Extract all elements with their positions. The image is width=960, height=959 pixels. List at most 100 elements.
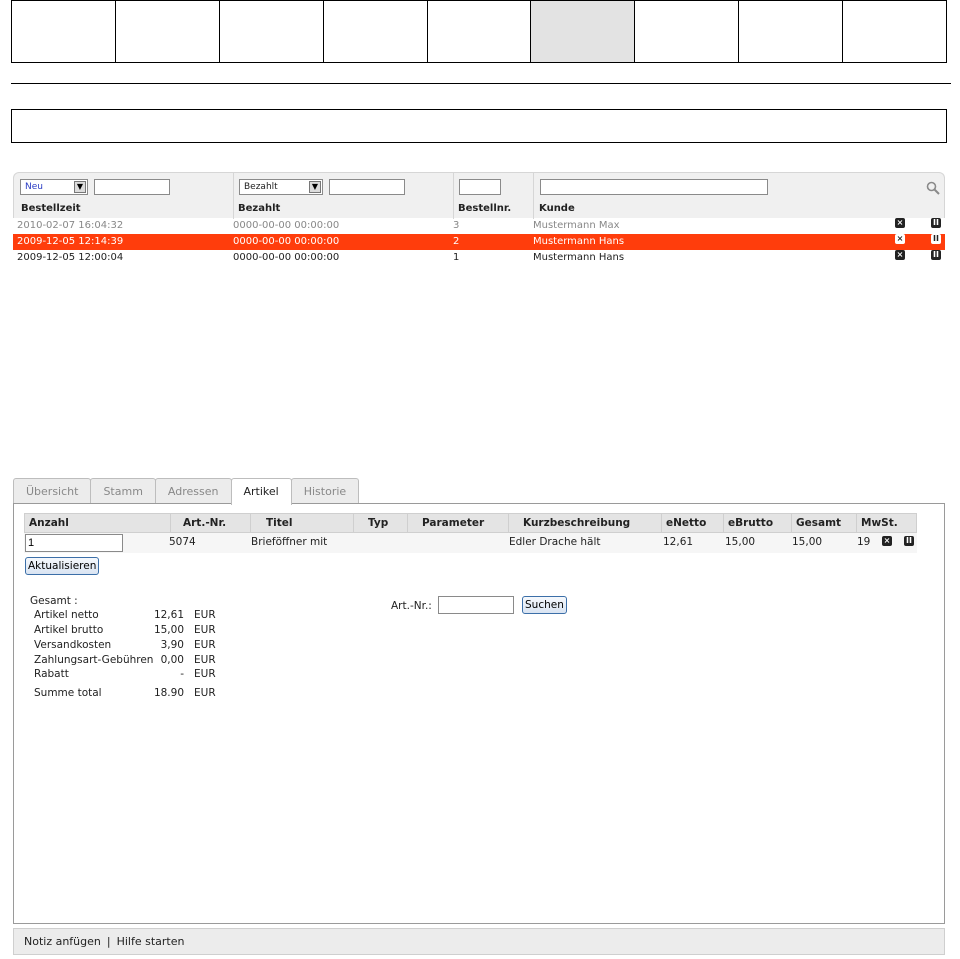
- close-icon[interactable]: ×: [882, 536, 892, 546]
- col-qty[interactable]: Anzahl: [29, 517, 69, 529]
- article-vat: 19: [857, 536, 871, 548]
- header-time[interactable]: Bestellzeit: [21, 203, 81, 214]
- nav-cell[interactable]: [428, 1, 532, 62]
- status-filter-input[interactable]: [94, 179, 170, 195]
- articles-panel: Anzahl Art.-Nr. Titel Typ Parameter Kurz…: [13, 503, 945, 924]
- pause-icon[interactable]: II: [931, 250, 941, 260]
- col-total[interactable]: Gesamt: [796, 517, 841, 529]
- order-paid: 0000-00-00 00:00:00: [233, 252, 340, 263]
- totals-currency: EUR: [194, 624, 216, 636]
- orders-filter-bar: Neu ▼ Bestellzeit Bezahlt ▼ Bezahlt Best…: [13, 172, 946, 219]
- totals-label: Summe total: [34, 687, 102, 699]
- chevron-down-icon: ▼: [74, 181, 86, 193]
- table-row[interactable]: 2009-12-05 12:00:04 0000-00-00 00:00:00 …: [13, 250, 945, 266]
- order-time: 2009-12-05 12:14:39: [17, 236, 124, 247]
- status-select-value: Neu: [25, 182, 43, 192]
- filter-col-customer: Kunde: [534, 173, 946, 219]
- totals-value: -: [180, 668, 184, 680]
- order-no-filter-input[interactable]: [459, 179, 501, 195]
- column-separator: [791, 514, 792, 532]
- col-artno[interactable]: Art.-Nr.: [183, 517, 226, 529]
- paid-select[interactable]: Bezahlt ▼: [239, 179, 323, 195]
- close-icon[interactable]: ×: [895, 234, 905, 244]
- totals-value: 0,00: [160, 654, 184, 666]
- header-customer[interactable]: Kunde: [539, 203, 575, 214]
- paid-filter-input[interactable]: [329, 179, 405, 195]
- totals-currency: EUR: [194, 609, 216, 621]
- table-row-selected[interactable]: 2009-12-05 12:14:39 0000-00-00 00:00:00 …: [13, 234, 945, 250]
- column-separator: [353, 514, 354, 532]
- order-time: 2009-12-05 12:00:04: [17, 252, 124, 263]
- nav-cell[interactable]: [220, 1, 324, 62]
- tab-history[interactable]: Historie: [290, 478, 360, 504]
- pause-icon[interactable]: II: [931, 218, 941, 228]
- totals-label: Versandkosten: [34, 639, 112, 651]
- totals-currency: EUR: [194, 639, 216, 651]
- totals-value: 15,00: [153, 624, 184, 636]
- totals-label: Rabatt: [34, 668, 69, 680]
- customer-filter-input[interactable]: [540, 179, 768, 195]
- totals-value: 18.90: [153, 687, 184, 699]
- nav-cell-active[interactable]: [531, 1, 636, 62]
- tab-stamm[interactable]: Stamm: [90, 478, 156, 504]
- table-row[interactable]: 2010-02-07 16:04:32 0000-00-00 00:00:00 …: [13, 218, 945, 234]
- paid-select-value: Bezahlt: [244, 182, 278, 192]
- column-separator: [250, 514, 251, 532]
- nav-cell[interactable]: [739, 1, 844, 62]
- header-paid[interactable]: Bezahlt: [238, 203, 280, 214]
- close-icon[interactable]: ×: [895, 250, 905, 260]
- nav-cell[interactable]: [12, 1, 116, 62]
- article-search-input[interactable]: [438, 596, 514, 614]
- col-desc[interactable]: Kurzbeschreibung: [523, 517, 630, 529]
- pause-icon[interactable]: II: [931, 234, 941, 244]
- divider: [11, 83, 951, 84]
- column-separator: [661, 514, 662, 532]
- tab-overview[interactable]: Übersicht: [13, 478, 92, 504]
- column-separator: [407, 514, 408, 532]
- search-button[interactable]: Suchen: [522, 596, 567, 614]
- column-separator: [508, 514, 509, 532]
- nav-cell[interactable]: [324, 1, 428, 62]
- totals-label: Artikel brutto: [34, 624, 104, 636]
- search-icon[interactable]: [926, 181, 940, 195]
- info-box: [11, 109, 947, 143]
- nav-cell[interactable]: [116, 1, 220, 62]
- start-help-link[interactable]: Hilfe starten: [117, 935, 185, 948]
- totals-currency: EUR: [194, 687, 216, 699]
- col-gross[interactable]: eBrutto: [728, 517, 773, 529]
- totals-currency: EUR: [194, 654, 216, 666]
- quantity-input[interactable]: [25, 534, 123, 552]
- totals-value: 12,61: [153, 609, 184, 621]
- add-note-link[interactable]: Notiz anfügen: [24, 935, 101, 948]
- col-vat[interactable]: MwSt.: [861, 517, 898, 529]
- detail-tabs: Übersicht Stamm Adressen Artikel Histori…: [13, 478, 360, 505]
- col-type[interactable]: Typ: [368, 517, 388, 529]
- tab-addresses[interactable]: Adressen: [154, 478, 232, 504]
- article-gross: 15,00: [725, 536, 756, 548]
- col-param[interactable]: Parameter: [422, 517, 484, 529]
- order-number: 2: [453, 236, 460, 247]
- top-nav-grid: [11, 0, 947, 63]
- col-title[interactable]: Titel: [266, 517, 293, 529]
- orders-table: Neu ▼ Bestellzeit Bezahlt ▼ Bezahlt Best…: [13, 172, 945, 266]
- order-number: 1: [453, 252, 460, 263]
- nav-cell[interactable]: [843, 1, 946, 62]
- pause-icon[interactable]: II: [904, 536, 914, 546]
- articles-table: Anzahl Art.-Nr. Titel Typ Parameter Kurz…: [24, 513, 917, 575]
- article-row: 5074 Brieföffner mit Edler Drache hält 1…: [24, 533, 917, 553]
- article-desc: Edler Drache hält: [509, 536, 601, 548]
- tab-articles[interactable]: Artikel: [230, 478, 292, 505]
- update-button[interactable]: Aktualisieren: [25, 557, 100, 575]
- col-net[interactable]: eNetto: [666, 517, 706, 529]
- header-order-no[interactable]: Bestellnr.: [458, 203, 511, 214]
- filter-col-paid: Bezahlt ▼ Bezahlt: [234, 173, 454, 219]
- footer-separator: |: [106, 935, 111, 948]
- nav-cell[interactable]: [635, 1, 740, 62]
- close-icon[interactable]: ×: [895, 218, 905, 228]
- totals-currency: EUR: [194, 668, 216, 680]
- order-time: 2010-02-07 16:04:32: [17, 220, 124, 231]
- status-select[interactable]: Neu ▼: [20, 179, 88, 195]
- chevron-down-icon: ▼: [309, 181, 321, 193]
- articles-header-row: Anzahl Art.-Nr. Titel Typ Parameter Kurz…: [24, 513, 917, 533]
- column-separator: [856, 514, 857, 532]
